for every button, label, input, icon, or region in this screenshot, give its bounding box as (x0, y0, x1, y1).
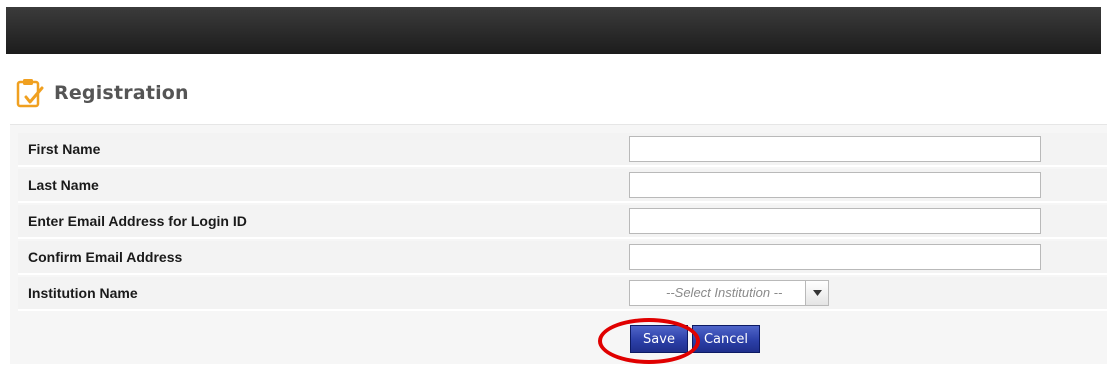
cancel-button[interactable]: Cancel (692, 325, 760, 353)
confirm-email-label: Confirm Email Address (28, 249, 183, 265)
confirm-email-row: Confirm Email Address (18, 241, 1107, 275)
institution-select-value[interactable]: --Select Institution -- (629, 280, 806, 306)
dropdown-button[interactable] (806, 280, 829, 306)
clipboard-check-icon (16, 79, 44, 108)
page-heading: Registration (16, 76, 189, 110)
email-input[interactable] (629, 208, 1041, 234)
institution-label: Institution Name (28, 285, 138, 301)
registration-form: First Name Last Name Enter Email Address… (10, 124, 1107, 364)
email-row: Enter Email Address for Login ID (18, 205, 1107, 239)
last-name-row: Last Name (18, 169, 1107, 203)
institution-row: Institution Name --Select Institution -- (18, 277, 1107, 311)
page-title: Registration (54, 82, 189, 104)
form-actions: Save Cancel (630, 325, 760, 353)
institution-select[interactable]: --Select Institution -- (629, 280, 829, 306)
first-name-label: First Name (28, 141, 101, 157)
email-label: Enter Email Address for Login ID (28, 213, 247, 229)
confirm-email-input[interactable] (629, 244, 1041, 270)
chevron-down-icon (812, 290, 822, 296)
first-name-row: First Name (18, 133, 1107, 167)
save-button[interactable]: Save (630, 325, 688, 353)
first-name-input[interactable] (629, 136, 1041, 162)
top-navigation-bar (6, 7, 1101, 54)
last-name-input[interactable] (629, 172, 1041, 198)
last-name-label: Last Name (28, 177, 99, 193)
